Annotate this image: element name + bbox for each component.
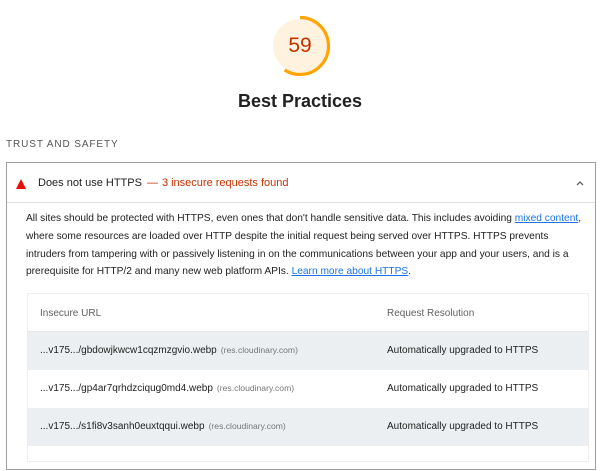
request-resolution: Automatically upgraded to HTTPS (387, 345, 539, 356)
audit-title-line: Does not use HTTPS —3 insecure requests f… (38, 177, 289, 189)
insecure-url[interactable]: ...v175.../s1fi8v3sanh0euxtqqui.webp (40, 421, 205, 432)
insecure-url[interactable]: ...v175.../gp4ar7qrhdzciqug0md4.webp (40, 383, 213, 394)
insecure-url-cell: ...v175.../s1fi8v3sanh0euxtqqui.webp (res… (40, 421, 286, 432)
description-text-1: All sites should be protected with HTTPS… (26, 213, 515, 224)
column-header-request-resolution: Request Resolution (387, 308, 475, 319)
triangle-warning-icon (16, 179, 26, 189)
insecure-url-cell: ...v175.../gbdowjkwcw1cqzmzgvio.webp (res… (40, 345, 298, 356)
request-resolution: Automatically upgraded to HTTPS (387, 421, 539, 432)
chevron-up-icon[interactable] (575, 179, 585, 187)
learn-more-https-link[interactable]: Learn more about HTTPS (292, 266, 409, 277)
table-row: ...v175.../gbdowjkwcw1cqzmzgvio.webp (res… (28, 332, 588, 370)
audit-header[interactable]: Does not use HTTPS —3 insecure requests f… (7, 163, 595, 203)
category-title: Best Practices (237, 91, 363, 111)
table-row: ...v175.../s1fi8v3sanh0euxtqqui.webp (res… (28, 408, 588, 446)
audit-description: All sites should be protected with HTTPS… (26, 210, 590, 281)
request-resolution: Automatically upgraded to HTTPS (387, 383, 539, 394)
audit-display-value: 3 insecure requests found (161, 177, 289, 189)
description-text-3: . (408, 266, 412, 278)
url-host: (res.cloudinary.com) (208, 421, 286, 431)
insecure-url[interactable]: ...v175.../gbdowjkwcw1cqzmzgvio.webp (40, 345, 217, 356)
table-row: ...v175.../gp4ar7qrhdzciqug0md4.webp (res… (28, 370, 588, 408)
group-title: TRUST AND SAFETY (6, 139, 119, 150)
audit-title: Does not use HTTPS (38, 177, 142, 189)
score-value: 59 (288, 34, 312, 57)
audit-https: Does not use HTTPS —3 insecure requests f… (6, 162, 596, 470)
insecure-requests-table: Insecure URL Request Resolution ...v175.… (27, 293, 589, 462)
table-header: Insecure URL Request Resolution (28, 294, 588, 332)
audit-title-separator: — (146, 177, 158, 189)
url-host: (res.cloudinary.com) (216, 383, 295, 393)
mixed-content-link[interactable]: mixed content (515, 213, 578, 224)
score-gauge: 59 (268, 14, 332, 78)
insecure-url-cell: ...v175.../gp4ar7qrhdzciqug0md4.webp (res… (40, 383, 294, 394)
url-host: (res.cloudinary.com) (220, 345, 298, 355)
column-header-insecure-url: Insecure URL (40, 308, 102, 319)
